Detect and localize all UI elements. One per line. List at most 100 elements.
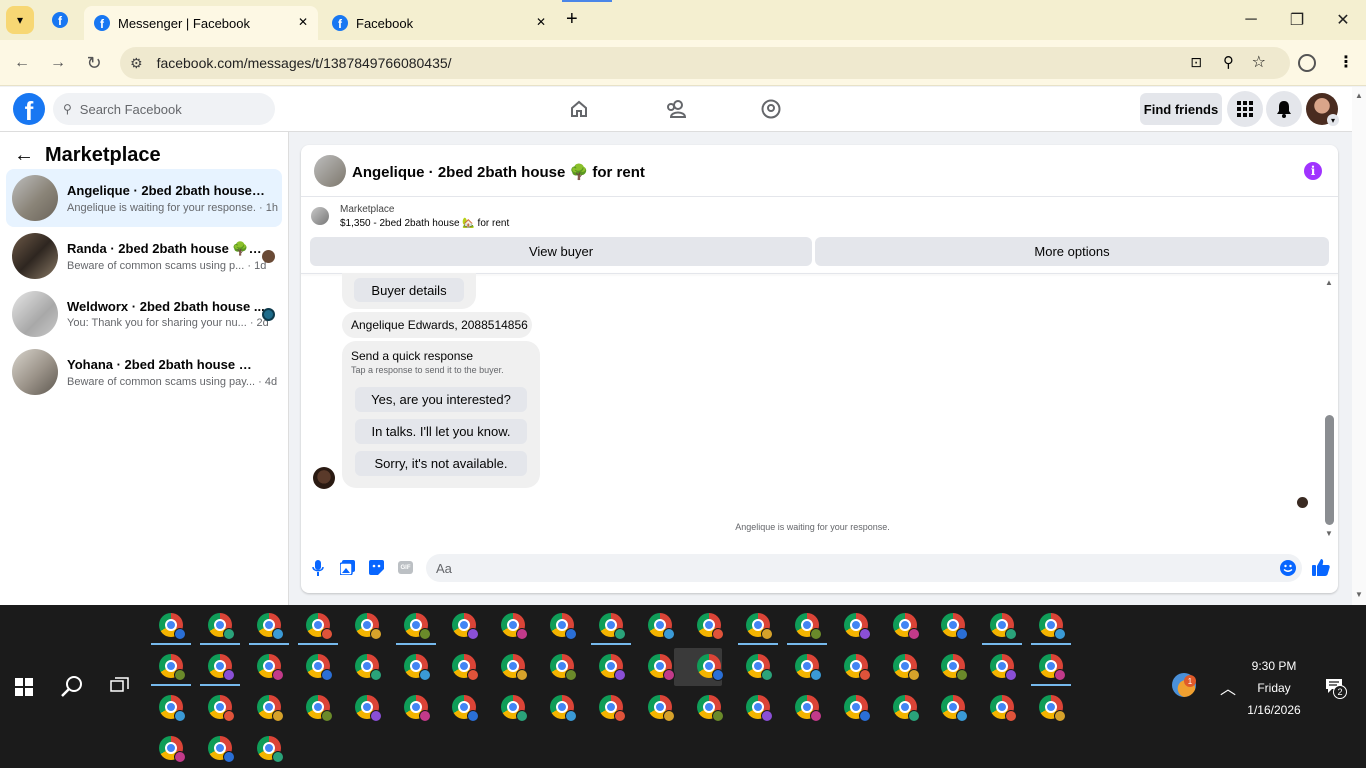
chrome-profile-icon[interactable] (256, 736, 284, 763)
address-bar[interactable]: ⚙ facebook.com/messages/t/13878497660804… (120, 47, 1290, 79)
more-options-button[interactable]: More options (815, 237, 1329, 266)
chrome-profile-icon[interactable] (354, 654, 382, 681)
page-scrollbar[interactable]: ▲ ▼ (1352, 87, 1366, 605)
chrome-profile-icon[interactable] (452, 654, 480, 681)
chrome-profile-icon[interactable] (1039, 654, 1067, 681)
quick-response-button[interactable]: Sorry, it's not available. (355, 451, 527, 476)
forward-icon[interactable]: → (46, 52, 70, 74)
chrome-profile-icon[interactable] (843, 695, 871, 722)
chrome-profile-icon[interactable] (207, 736, 235, 763)
chrome-profile-icon[interactable] (452, 613, 480, 640)
chrome-profile-icon[interactable] (696, 613, 724, 640)
back-icon[interactable]: ← (10, 52, 34, 74)
close-tab-icon[interactable]: ✕ (298, 15, 308, 29)
chrome-profile-icon[interactable] (794, 695, 822, 722)
emoji-icon[interactable] (1280, 560, 1296, 576)
conversation-item[interactable]: Weldworx · 2bed 2bath house ... You: Tha… (6, 285, 282, 343)
photo-icon[interactable] (340, 560, 355, 575)
chrome-profile-icon[interactable] (550, 613, 578, 640)
chrome-profile-icon[interactable] (354, 695, 382, 722)
chrome-profile-icon[interactable] (452, 695, 480, 722)
chrome-profile-icon[interactable] (501, 613, 529, 640)
sticker-icon[interactable] (369, 560, 384, 575)
chrome-profile-icon[interactable] (550, 695, 578, 722)
chrome-profile-icon[interactable] (745, 654, 773, 681)
chrome-profile-icon[interactable] (941, 695, 969, 722)
gif-icon[interactable]: GIF (398, 561, 413, 574)
conversation-item[interactable]: Yohana · 2bed 2bath house 🌳 for ... Bewa… (6, 343, 282, 401)
chat-header-title[interactable]: Angelique · 2bed 2bath house 🌳 for rent (352, 163, 645, 181)
chrome-profile-icon[interactable] (207, 613, 235, 640)
chrome-profile-icon[interactable] (648, 695, 675, 722)
chrome-profile-icon[interactable] (403, 613, 431, 640)
message-input[interactable]: Aa (426, 554, 1302, 582)
page-scroll-up-arrow[interactable]: ▲ (1355, 91, 1363, 100)
chrome-profile-icon[interactable] (207, 654, 235, 681)
chrome-profile-icon[interactable] (599, 613, 627, 640)
chrome-profile-icon[interactable] (159, 613, 186, 640)
chrome-profile-icon[interactable] (990, 654, 1018, 681)
quick-response-button[interactable]: In talks. I'll let you know. (355, 419, 527, 444)
like-thumb-icon[interactable] (1312, 558, 1330, 576)
close-window-button[interactable]: ✕ (1328, 8, 1358, 32)
chrome-profile-icon[interactable] (501, 654, 529, 681)
url-text[interactable]: facebook.com/messages/t/1387849766080435… (157, 55, 452, 71)
chrome-profile-icon[interactable] (892, 695, 920, 722)
chrome-profile-icon[interactable] (892, 654, 920, 681)
chrome-profile-icon[interactable] (696, 695, 724, 722)
chrome-profile-icon[interactable] (1039, 695, 1067, 722)
pinned-facebook-tab[interactable]: f (52, 12, 68, 28)
chrome-profile-icon[interactable] (794, 654, 822, 681)
browser-menu-icon[interactable]: ⋮ (1338, 52, 1354, 72)
tab-facebook[interactable]: f Facebook ✕ (322, 6, 556, 40)
friends-icon[interactable] (665, 99, 687, 119)
chrome-profile-icon[interactable] (305, 695, 333, 722)
scroll-down-arrow[interactable]: ▼ (1325, 529, 1333, 538)
notifications-button[interactable] (1266, 91, 1302, 127)
find-friends-button[interactable]: Find friends (1140, 93, 1222, 125)
chrome-profile-icon[interactable] (599, 695, 627, 722)
restore-button[interactable]: ❐ (1282, 8, 1312, 32)
chrome-profile-icon[interactable] (207, 695, 235, 722)
chrome-profile-icon[interactable] (403, 654, 431, 681)
system-clock[interactable]: 9:30 PM Friday 1/16/2026 (1226, 655, 1322, 721)
close-tab-icon[interactable]: ✕ (536, 15, 546, 29)
chrome-profile-icon[interactable] (159, 654, 186, 681)
chrome-profile-icon[interactable] (648, 613, 675, 640)
chrome-profile-icon[interactable] (648, 654, 675, 681)
listing-detail[interactable]: $1,350 - 2bed 2bath house 🏡 for rent (340, 218, 509, 229)
chrome-profile-icon[interactable] (159, 695, 186, 722)
tab-messenger[interactable]: f Messenger | Facebook ✕ (84, 6, 318, 40)
site-info-icon[interactable]: ⚙ (130, 55, 143, 72)
facebook-logo[interactable]: f (13, 93, 45, 125)
chrome-profile-icon[interactable] (256, 654, 284, 681)
new-tab-button[interactable]: + (566, 9, 578, 29)
scroll-up-arrow[interactable]: ▲ (1325, 278, 1333, 287)
conversation-item[interactable]: Angelique · 2bed 2bath house 🌳 f... Ange… (6, 169, 282, 227)
chrome-profile-icon[interactable] (892, 613, 920, 640)
chrome-profile-icon[interactable] (794, 613, 822, 640)
account-chevron-icon[interactable]: ▾ (1327, 114, 1339, 126)
menu-grid-button[interactable] (1227, 91, 1263, 127)
messages-scrollbar-thumb[interactable] (1325, 415, 1334, 525)
conversation-item[interactable]: Randa · 2bed 2bath house 🌳 fo... Beware … (6, 227, 282, 285)
windows-start-icon[interactable] (15, 678, 33, 696)
chrome-profile-icon[interactable] (745, 613, 773, 640)
home-icon[interactable] (569, 99, 589, 119)
groups-icon[interactable] (761, 99, 781, 119)
zoom-icon[interactable]: ⚲ (1223, 53, 1234, 71)
bookmark-star-icon[interactable]: ☆ (1252, 52, 1266, 72)
chrome-profile-icon[interactable] (256, 695, 284, 722)
chrome-profile-icon[interactable] (745, 695, 773, 722)
install-app-icon[interactable]: ⊡ (1190, 54, 1202, 71)
profile-icon[interactable] (1298, 54, 1316, 72)
chrome-profile-icon[interactable] (990, 695, 1018, 722)
chrome-profile-icon[interactable] (256, 613, 284, 640)
tab-search-button[interactable]: ▾ (6, 6, 34, 34)
task-view-icon[interactable] (110, 677, 130, 695)
info-icon[interactable]: i (1304, 162, 1322, 180)
chrome-profile-icon[interactable] (354, 613, 382, 640)
chrome-profile-icon[interactable] (305, 613, 333, 640)
search-input[interactable]: ⚲ Search Facebook (53, 93, 275, 125)
microphone-icon[interactable] (312, 560, 324, 576)
